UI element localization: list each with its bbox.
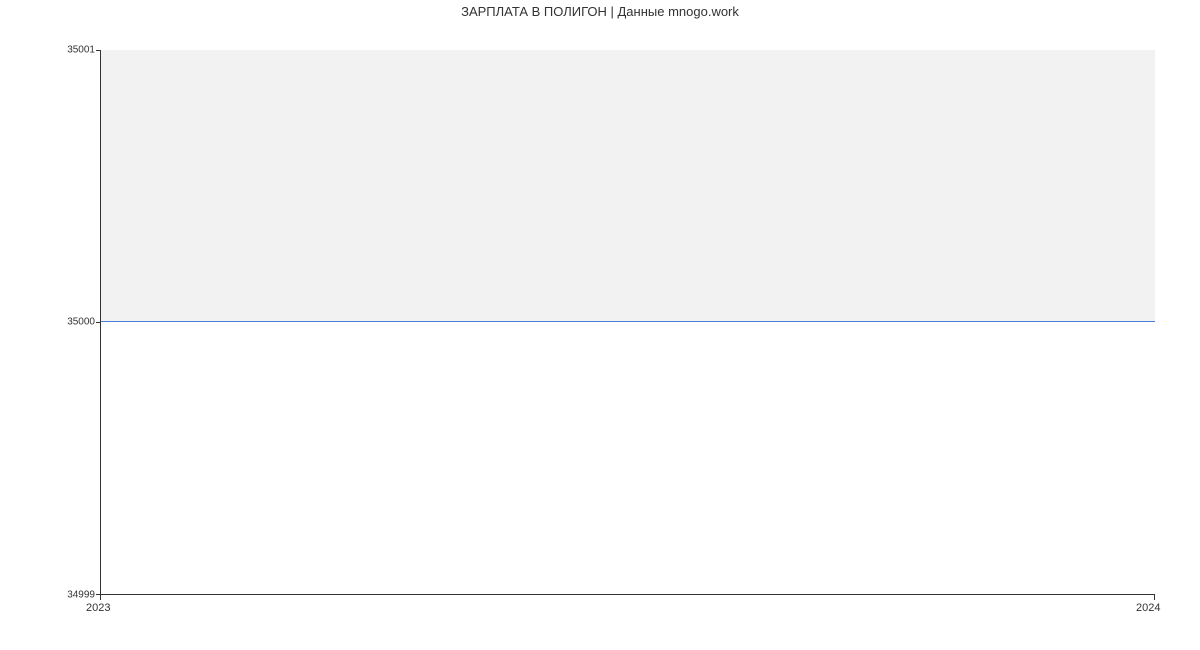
x-tick-label: 2024 [1136,602,1160,614]
x-tick-mark [100,595,101,600]
x-tick-mark [1154,595,1155,600]
chart-title: ЗАРПЛАТА В ПОЛИГОН | Данные mnogo.work [0,4,1200,19]
y-tick-label: 35001 [35,45,95,56]
plot-area [100,50,1155,595]
series-area-fill [101,50,1155,322]
y-tick-label: 34999 [35,590,95,601]
x-tick-label: 2023 [86,602,110,614]
series-line [101,321,1155,322]
y-tick-label: 35000 [35,317,95,328]
chart-container: ЗАРПЛАТА В ПОЛИГОН | Данные mnogo.work 3… [0,0,1200,650]
